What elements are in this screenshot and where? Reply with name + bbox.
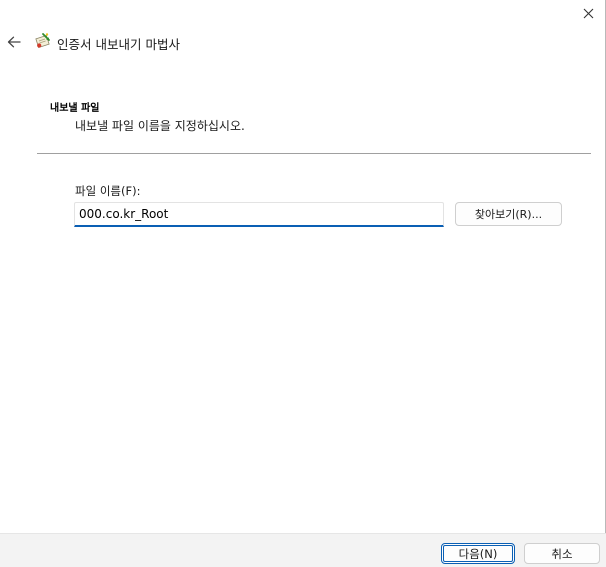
close-button[interactable] [577, 2, 599, 24]
page-description: 내보낼 파일 이름을 지정하십시오. [75, 119, 245, 133]
file-name-input[interactable] [74, 202, 444, 227]
browse-button[interactable]: 찾아보기(R)... [455, 202, 562, 226]
next-button[interactable]: 다음(N) [441, 543, 515, 564]
back-button[interactable] [4, 32, 24, 52]
cancel-button[interactable]: 취소 [524, 543, 600, 564]
certificate-export-wizard-window: 인증서 내보내기 마법사 내보낼 파일 내보낼 파일 이름을 지정하십시오. 파… [0, 0, 606, 567]
header-divider [37, 153, 591, 154]
footer-bar [0, 533, 606, 567]
back-arrow-icon [7, 36, 21, 48]
certificate-wizard-icon [35, 33, 50, 48]
close-icon [583, 8, 593, 18]
page-heading: 내보낼 파일 [50, 103, 100, 114]
file-name-label: 파일 이름(F): [75, 184, 141, 198]
wizard-title: 인증서 내보내기 마법사 [57, 37, 180, 52]
